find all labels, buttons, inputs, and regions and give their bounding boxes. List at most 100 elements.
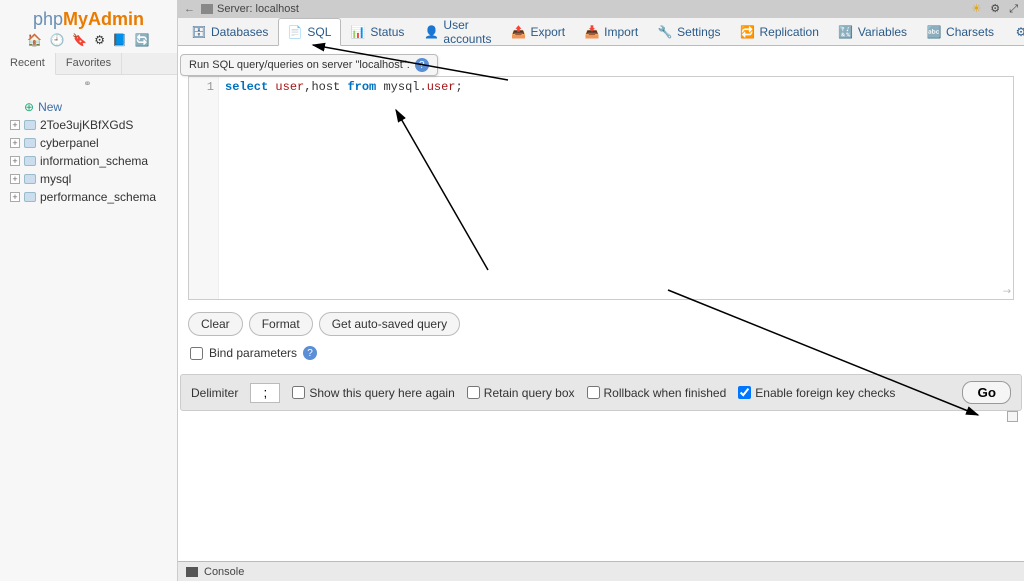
fk-checkbox[interactable]	[738, 386, 751, 399]
expand-icon[interactable]: +	[10, 174, 20, 184]
tab-users[interactable]: 👤User accounts	[414, 18, 501, 45]
expand-icon[interactable]: ⤢	[1009, 3, 1018, 15]
tab-label: Charsets	[946, 25, 994, 39]
col-user: user	[275, 80, 304, 94]
tree-item[interactable]: + cyberpanel	[4, 134, 177, 152]
tree-item[interactable]: + information_schema	[4, 152, 177, 170]
collapse-icon[interactable]	[1007, 411, 1018, 422]
below-spacer	[178, 411, 1024, 531]
kw-select: select	[225, 80, 268, 94]
tree-item[interactable]: +mysql	[4, 170, 177, 188]
help-icon[interactable]: ?	[303, 346, 317, 360]
breadcrumb-server-label: Server:	[217, 3, 252, 15]
gear-icon[interactable]: ⚙	[990, 3, 1000, 15]
expand-icon[interactable]: +	[10, 192, 20, 202]
db-icon	[24, 192, 36, 202]
tree-item-label: performance_schema	[40, 190, 156, 204]
retain-option[interactable]: Retain query box	[467, 386, 575, 400]
tree-item-label: 2Toe3ujKBfXGdS	[40, 118, 133, 132]
tab-engines[interactable]: ⚙Engines	[1004, 18, 1024, 45]
tab-variables[interactable]: 🔣 Variables	[829, 18, 917, 45]
format-button[interactable]: Format	[249, 312, 313, 336]
code-area[interactable]: select user,host from mysql.user;	[219, 77, 1013, 299]
line-number: 1	[207, 80, 214, 94]
tab-sql[interactable]: 📄SQL	[278, 18, 341, 46]
tab-label: Variables	[858, 25, 907, 39]
tree-item[interactable]: + performance_schema	[4, 188, 177, 206]
tree-item[interactable]: +2Toe3ujKBfXGdS	[4, 116, 177, 134]
tab-charsets[interactable]: 🔤 Charsets	[917, 18, 1004, 45]
sql-panel: Run SQL query/queries on server "localho…	[178, 46, 1024, 581]
tab-settings[interactable]: 🔧Settings	[648, 18, 730, 45]
variables-icon: 🔣	[839, 25, 853, 39]
db-icon	[24, 120, 36, 130]
sidebar-tabs: Recent Favorites	[0, 53, 177, 75]
editor-buttons: Clear Format Get auto-saved query	[188, 312, 1014, 336]
tab-replication[interactable]: 🔁Replication	[731, 18, 829, 45]
logo-part-php: php	[33, 9, 63, 29]
rollback-checkbox[interactable]	[587, 386, 600, 399]
breadcrumb-server: localhost	[256, 3, 299, 15]
tab-export[interactable]: 📤Export	[501, 18, 575, 45]
line-gutter: 1	[189, 77, 219, 299]
db-icon: 🗄	[192, 25, 206, 39]
tab-label: Status	[370, 25, 404, 39]
tree-item-label: cyberpanel	[40, 136, 99, 150]
logo: phpMyAdmin	[0, 0, 177, 33]
docs-icon[interactable]: 📘	[112, 33, 127, 47]
sidebar: phpMyAdmin 🏠 🕘 🔖 ⚙ 📘 🔄 Recent Favorites …	[0, 0, 178, 581]
settings-icon[interactable]: ⚙	[94, 33, 105, 47]
rollback-option[interactable]: Rollback when finished	[587, 386, 727, 400]
recent-icon[interactable]: 🕘	[50, 33, 65, 47]
home-icon[interactable]: 🏠	[27, 33, 42, 47]
db-icon	[24, 138, 36, 148]
expand-icon[interactable]: +	[10, 156, 20, 166]
expand-icon[interactable]: +	[10, 138, 20, 148]
delimiter-label: Delimiter	[191, 386, 238, 400]
breadcrumb: ← Server: localhost ☀ ⚙ ⤢	[178, 0, 1024, 18]
bookmark-icon[interactable]: 🔖	[72, 33, 87, 47]
logo-toolbar: 🏠 🕘 🔖 ⚙ 📘 🔄	[0, 33, 177, 53]
tab-recent[interactable]: Recent	[0, 53, 56, 75]
tab-label: Import	[604, 25, 638, 39]
sql-editor[interactable]: 1 select user,host from mysql.user; ↘	[188, 76, 1014, 300]
status-icon: 📊	[351, 25, 365, 39]
tab-label: Databases	[211, 25, 268, 39]
tab-label: SQL	[307, 25, 331, 39]
show-again-option[interactable]: Show this query here again	[292, 386, 454, 400]
go-button[interactable]: Go	[962, 381, 1011, 404]
star-icon[interactable]: ☀	[971, 3, 981, 15]
tab-label: User accounts	[443, 18, 491, 46]
tab-import[interactable]: 📥Import	[575, 18, 648, 45]
hint-label: Run SQL query/queries on server "localho…	[189, 59, 410, 71]
back-icon[interactable]: ←	[184, 3, 195, 15]
query-options-bar: Delimiter Show this query here again Ret…	[180, 374, 1022, 411]
db-icon	[24, 156, 36, 166]
tree-new[interactable]: ⊕New	[4, 98, 177, 116]
bind-params-row: Bind parameters ?	[190, 346, 1012, 360]
expand-icon[interactable]: +	[10, 120, 20, 130]
bind-params-checkbox[interactable]	[190, 347, 203, 360]
console-bar[interactable]: Console	[178, 561, 1024, 581]
console-label: Console	[204, 566, 244, 578]
rollback-label: Rollback when finished	[604, 386, 727, 400]
col-host: host	[311, 80, 340, 94]
link-icon: ⚭	[0, 75, 177, 94]
tab-databases[interactable]: 🗄 Databases	[182, 18, 278, 45]
show-again-checkbox[interactable]	[292, 386, 305, 399]
charset-icon: 🔤	[927, 25, 941, 39]
server-icon	[201, 4, 213, 14]
tree-item-label: information_schema	[40, 154, 148, 168]
reload-icon[interactable]: 🔄	[135, 33, 150, 47]
semi: ;	[456, 80, 463, 94]
clear-button[interactable]: Clear	[188, 312, 243, 336]
fk-option[interactable]: Enable foreign key checks	[738, 386, 895, 400]
tab-favorites[interactable]: Favorites	[56, 53, 122, 74]
retain-checkbox[interactable]	[467, 386, 480, 399]
logo-part-myadmin: MyAdmin	[63, 9, 144, 29]
help-icon[interactable]: ?	[415, 58, 429, 72]
replication-icon: 🔁	[741, 25, 755, 39]
tab-status[interactable]: 📊 Status	[341, 18, 414, 45]
delimiter-input[interactable]	[250, 383, 280, 403]
autosave-button[interactable]: Get auto-saved query	[319, 312, 460, 336]
